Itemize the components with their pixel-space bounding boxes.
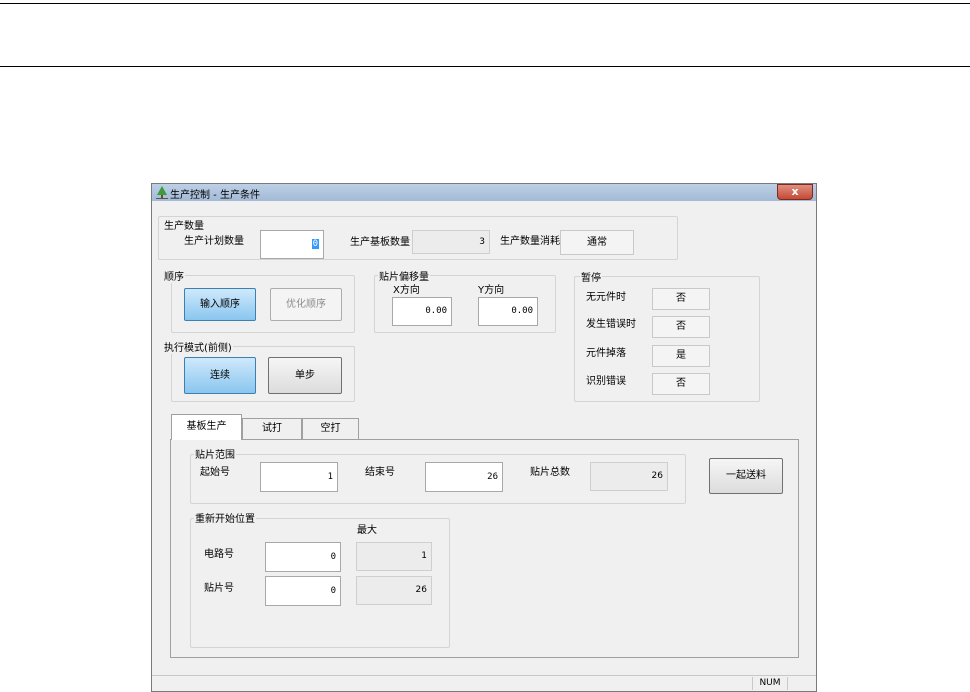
offset-y-input[interactable]: 0.00	[478, 297, 538, 326]
offset-y-label: Y方向	[478, 285, 505, 296]
qty-consume-field: 通常	[560, 230, 634, 255]
board-qty-field: 3	[412, 230, 490, 254]
place-no-label: 贴片号	[204, 583, 234, 594]
pause-drop-label: 元件掉落	[586, 348, 626, 359]
exec-mode-label: 执行模式(前侧)	[163, 339, 233, 354]
optimize-order-button[interactable]: 优化顺序	[270, 288, 342, 321]
pause-label: 暂停	[580, 269, 602, 284]
num-lock-indicator: NUM	[752, 677, 788, 690]
circuit-no-input[interactable]: 0	[265, 542, 341, 572]
order-label: 顺序	[163, 268, 185, 283]
step-button[interactable]: 单步	[268, 357, 342, 394]
production-qty-label: 生产数量	[163, 217, 205, 232]
offset-x-input[interactable]: 0.00	[392, 297, 452, 326]
close-button[interactable]: x	[777, 184, 813, 200]
start-no-input[interactable]: 1	[260, 462, 338, 492]
tab-board-production[interactable]: 基板生产	[171, 414, 242, 440]
continuous-button[interactable]: 连续	[184, 357, 256, 394]
production-conditions-window: 生产控制 - 生产条件 x 生产数量 生产计划数量 0 生产基板数量 3 生产数…	[151, 183, 817, 692]
pause-drop-field: 是	[652, 345, 710, 367]
end-no-input[interactable]: 26	[425, 462, 503, 492]
pause-no-part-label: 无元件时	[586, 292, 626, 303]
end-no-label: 结束号	[365, 467, 395, 478]
place-max-field: 26	[356, 576, 432, 605]
place-no-input[interactable]: 0	[265, 576, 341, 606]
tab-dry-run[interactable]: 空打	[302, 418, 359, 440]
plan-qty-label: 生产计划数量	[184, 236, 244, 247]
start-no-label: 起始号	[200, 467, 230, 478]
pause-recog-label: 识别错误	[586, 376, 626, 387]
pause-error-label: 发生错误时	[586, 319, 636, 330]
range-label: 贴片范围	[194, 446, 236, 461]
pause-error-field: 否	[652, 316, 710, 338]
app-tree-icon	[156, 186, 168, 199]
input-order-button[interactable]: 输入顺序	[184, 288, 256, 321]
top-border-line	[0, 3, 970, 4]
max-label: 最大	[357, 525, 377, 536]
tab-trial[interactable]: 试打	[242, 418, 302, 440]
pause-recog-field: 否	[652, 373, 710, 395]
title-bar[interactable]: 生产控制 - 生产条件 x	[152, 184, 816, 201]
restart-label: 重新开始位置	[194, 510, 256, 525]
plan-qty-input[interactable]: 0	[260, 230, 324, 259]
plan-qty-value: 0	[311, 239, 319, 249]
circuit-max-field: 1	[356, 542, 432, 571]
status-bar: NUM	[152, 675, 816, 691]
feed-all-button[interactable]: 一起送料	[709, 458, 783, 494]
pause-no-part-field: 否	[652, 288, 710, 310]
header-divider-line	[0, 66, 970, 67]
circuit-no-label: 电路号	[204, 549, 234, 560]
qty-consume-label: 生产数量消耗	[500, 236, 560, 247]
window-title: 生产控制 - 生产条件	[170, 190, 260, 201]
total-field: 26	[590, 462, 668, 491]
total-label: 贴片总数	[530, 467, 570, 478]
board-qty-label: 生产基板数量	[350, 237, 410, 248]
offset-x-label: X方向	[393, 285, 420, 296]
